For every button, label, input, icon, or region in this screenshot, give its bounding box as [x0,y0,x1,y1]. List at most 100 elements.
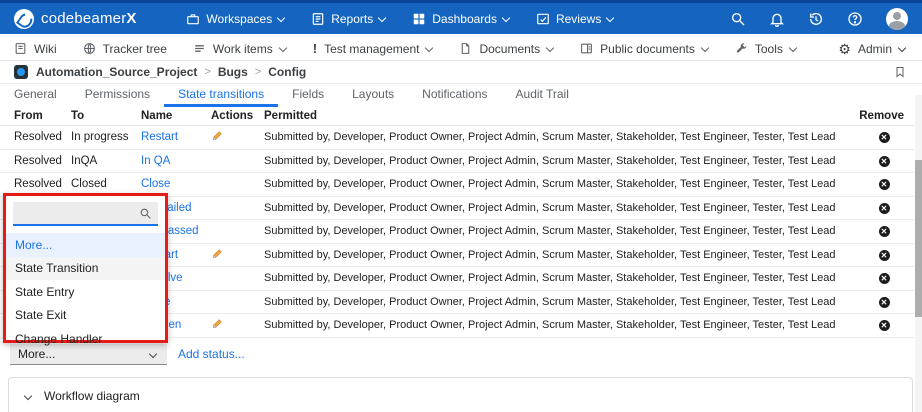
remove-transition-button[interactable]: ✕ [879,156,890,167]
search-icon[interactable] [730,11,746,27]
remove-transition-button[interactable]: ✕ [879,273,890,284]
chevron-down-icon [278,15,285,22]
top-navigation: Workspaces Reports Dashboards Reviews [186,12,614,26]
cell-from: Resolved [0,131,71,143]
workflow-diagram-toggle[interactable]: Workflow diagram [9,378,912,403]
transition-name-link[interactable]: Restart [141,131,178,143]
toolbar-item-label: Tracker tree [103,42,167,56]
chevron-down-icon [607,15,614,22]
nav-workspaces[interactable]: Workspaces [186,12,285,26]
cell-permitted: Submitted by, Developer, Product Owner, … [264,202,854,214]
col-header-actions: Actions [211,110,264,122]
top-app-bar: codebeamerX Workspaces Reports Dashboard… [0,0,922,34]
nav-reports[interactable]: Reports [311,12,386,26]
tab-fields[interactable]: Fields [278,83,338,107]
edit-action-icon[interactable] [211,129,224,142]
tracker-tree-icon [83,42,96,55]
bookmark-icon[interactable] [894,65,906,79]
wrench-icon [735,42,748,55]
codebeamer-logo[interactable]: codebeamerX [14,9,136,29]
cell-permitted: Submitted by, Developer, Product Owner, … [264,225,854,237]
briefcase-icon [186,12,200,26]
dropdown-option-state-exit[interactable]: State Exit [6,304,165,328]
tab-state-transitions[interactable]: State transitions [164,83,278,107]
vertical-scrollbar-thumb[interactable] [915,160,922,317]
page: codebeamerX Workspaces Reports Dashboard… [0,0,922,412]
toolbar-item-admin[interactable]: ⚙ Admin [838,42,906,56]
config-tabs: General Permissions State transitions Fi… [0,84,922,107]
nav-dashboards-label: Dashboards [432,12,497,26]
nav-reports-label: Reports [331,12,373,26]
wiki-page-icon [14,42,27,55]
chevron-down-icon [790,45,797,52]
toolbar-item-label: Work items [213,42,273,56]
dropdown-search-input[interactable] [13,203,131,223]
remove-transition-button[interactable]: ✕ [879,203,890,214]
remove-transition-button[interactable]: ✕ [879,250,890,261]
dashboard-grid-icon [412,12,426,26]
toolbar-item-label: Documents [479,42,540,56]
toolbar-item-documents[interactable]: Documents [459,42,554,56]
nav-dashboards[interactable]: Dashboards [412,12,510,26]
public-document-icon [580,42,593,55]
dropdown-search-box[interactable] [13,202,158,226]
toolbar-item-label: Public documents [600,42,695,56]
project-icon [14,65,28,79]
col-header-to: To [71,110,141,122]
transition-name-link[interactable]: Close [141,178,170,190]
dropdown-option-state-transition[interactable]: State Transition [6,257,165,281]
breadcrumb-config[interactable]: Config [268,65,306,79]
cell-permitted: Submitted by, Developer, Product Owner, … [264,155,854,167]
search-icon [139,207,152,225]
dropdown-option-more[interactable]: More... [6,233,165,257]
toolbar-item-tracker-tree[interactable]: Tracker tree [83,42,167,56]
remove-transition-button[interactable]: ✕ [879,226,890,237]
transition-name-link[interactable]: In QA [141,155,170,167]
nav-reviews[interactable]: Reviews [536,12,614,26]
remove-transition-button[interactable]: ✕ [879,297,890,308]
dropdown-option-change-handler[interactable]: Change Handler [6,327,165,351]
edit-action-icon[interactable] [211,247,224,260]
toolbar-item-tools[interactable]: Tools [735,42,797,56]
nav-reviews-label: Reviews [556,12,601,26]
tab-layouts[interactable]: Layouts [338,83,408,107]
cell-permitted: Submitted by, Developer, Product Owner, … [264,131,854,143]
help-icon[interactable] [847,11,863,27]
cell-permitted: Submitted by, Developer, Product Owner, … [264,272,854,284]
workflow-diagram-panel: Workflow diagram [8,377,913,412]
col-header-name: Name [141,110,211,122]
cell-permitted: Submitted by, Developer, Product Owner, … [264,296,854,308]
toolbar-item-wiki[interactable]: Wiki [14,42,57,56]
remove-transition-button[interactable]: ✕ [879,179,890,190]
remove-transition-button[interactable]: ✕ [879,320,890,331]
toolbar-item-label: Tools [755,42,783,56]
breadcrumb-tracker[interactable]: Bugs [218,65,248,79]
user-avatar[interactable] [886,8,908,30]
table-row: Resolved InQA In QA Submitted by, Develo… [0,150,914,174]
gear-icon: ⚙ [838,42,851,56]
remove-transition-button[interactable]: ✕ [879,132,890,143]
tab-audit-trail[interactable]: Audit Trail [502,83,583,107]
breadcrumb-project[interactable]: Automation_Source_Project [36,65,197,79]
dropdown-option-state-entry[interactable]: State Entry [6,280,165,304]
secondary-toolbar: Wiki Tracker tree Work items ! Test mana… [0,37,922,61]
nav-workspaces-label: Workspaces [206,12,272,26]
document-icon [459,42,472,55]
toolbar-item-public-documents[interactable]: Public documents [580,42,709,56]
edit-action-icon[interactable] [211,317,224,330]
breadcrumb: Automation_Source_Project > Bugs > Confi… [0,61,922,84]
notifications-bell-icon[interactable] [769,11,785,27]
toolbar-item-work-items[interactable]: Work items [193,42,287,56]
cell-to: InQA [71,155,141,167]
chevron-down-icon [280,45,287,52]
tab-permissions[interactable]: Permissions [71,83,164,107]
add-status-link[interactable]: Add status... [178,347,245,361]
tab-notifications[interactable]: Notifications [408,83,501,107]
chevron-down-icon [426,45,433,52]
cell-from: Resolved [0,178,71,190]
col-header-permitted: Permitted [264,110,854,122]
review-icon [536,12,550,26]
tab-general[interactable]: General [0,83,71,107]
history-icon[interactable] [808,11,824,27]
toolbar-item-test-management[interactable]: ! Test management [313,41,434,56]
